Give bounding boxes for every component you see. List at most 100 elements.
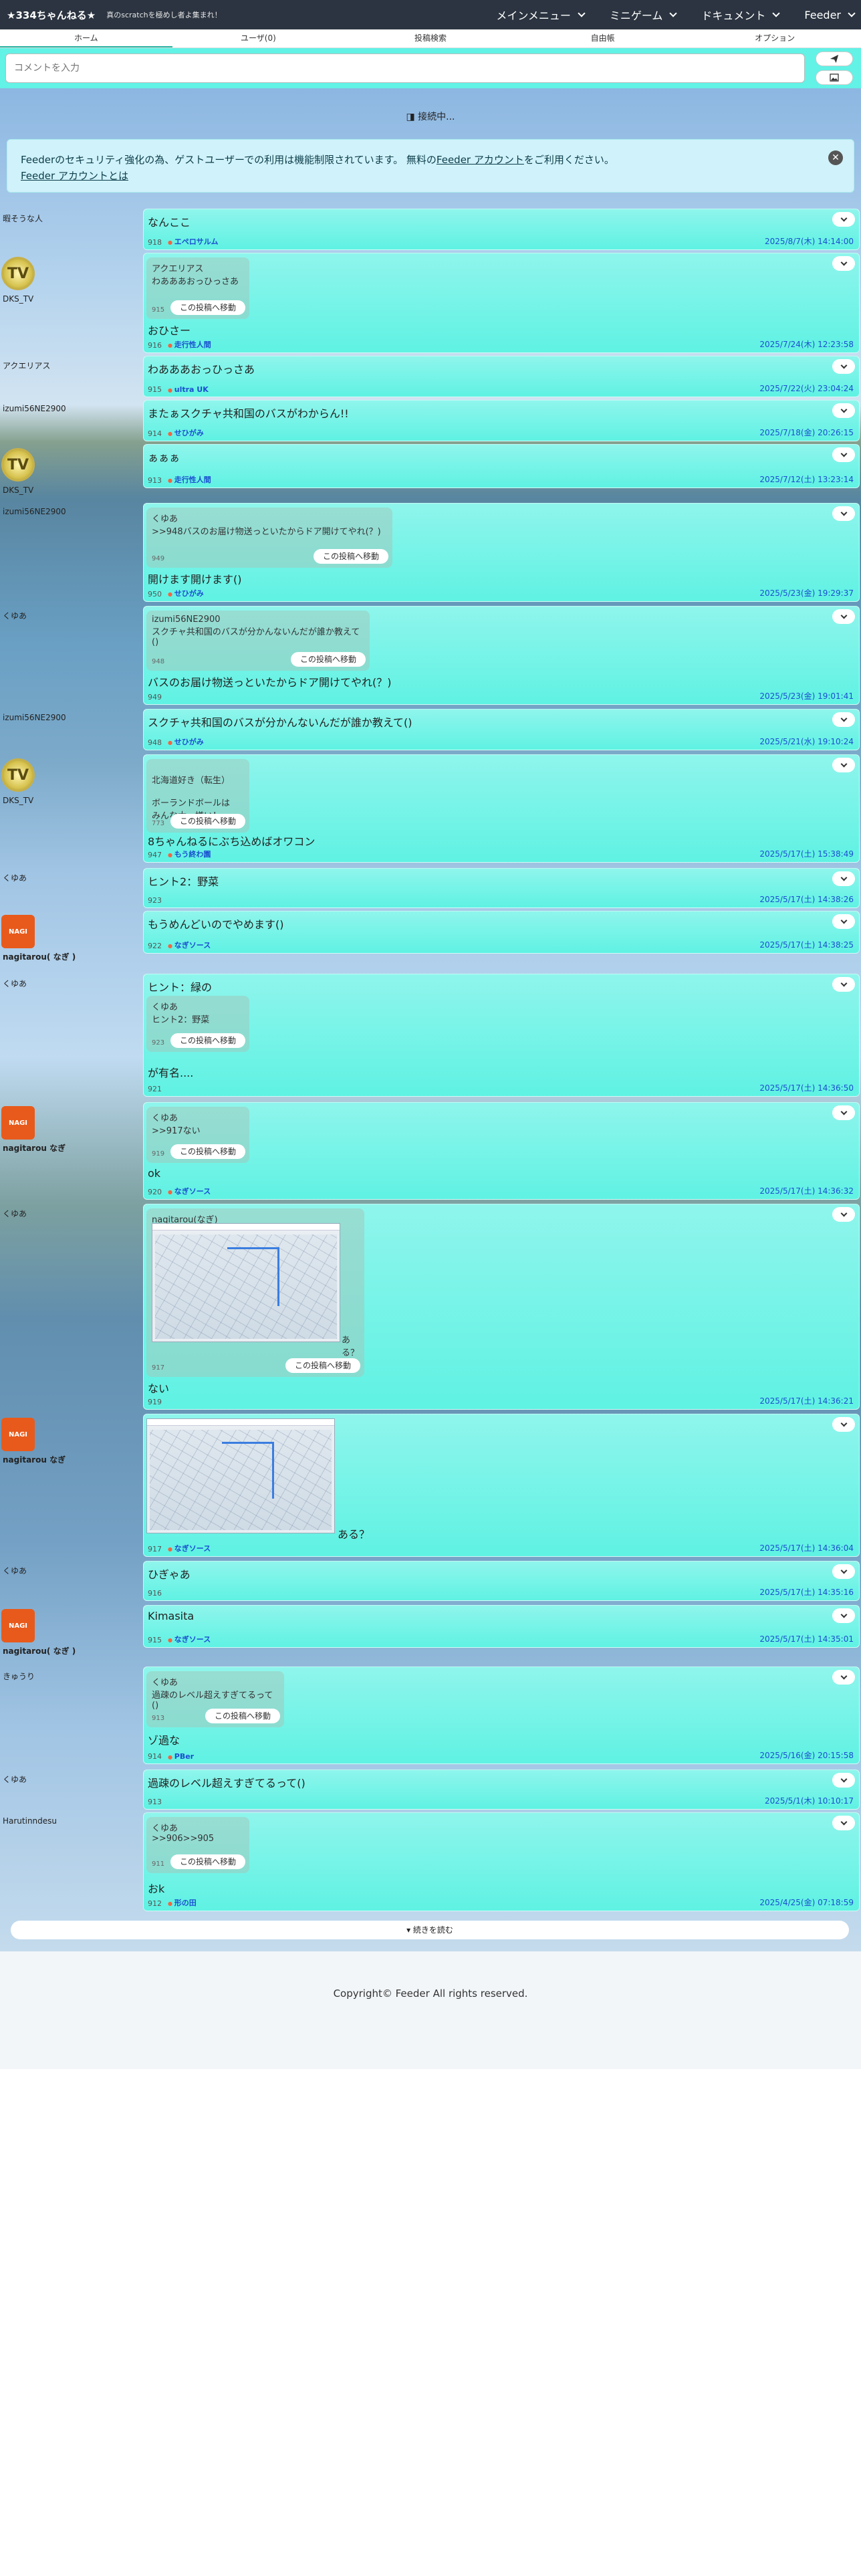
post-author[interactable]: ultra UK — [168, 385, 209, 394]
tab-home[interactable]: ホーム — [0, 29, 172, 47]
post-author[interactable]: PBer — [168, 1752, 194, 1761]
post-username[interactable]: Harutinndesu — [3, 1816, 57, 1826]
jump-to-post-button[interactable]: この投稿へ移動 — [170, 300, 245, 315]
jump-to-post-button[interactable]: この投稿へ移動 — [285, 1358, 360, 1373]
avatar[interactable]: NAGI — [1, 915, 35, 948]
avatar[interactable]: NAGI — [1, 1106, 35, 1140]
comment-input[interactable] — [5, 53, 805, 83]
post-username[interactable]: きゅうり — [3, 1671, 35, 1682]
post-text: 開けます開けます() — [148, 573, 242, 586]
post-username[interactable]: くゆあ — [3, 872, 27, 883]
post-menu-button[interactable] — [832, 1773, 855, 1788]
avatar[interactable]: TV — [1, 257, 35, 290]
post-menu-button[interactable] — [832, 758, 855, 772]
post-username[interactable]: nagitarou( なぎ ) — [3, 951, 76, 962]
post-menu-button[interactable] — [832, 871, 855, 886]
post-username[interactable]: アクエリアス — [3, 360, 50, 371]
quoted-post: くゆあ ヒント2：野菜 923 この投稿へ移動 — [146, 996, 249, 1052]
post-menu-button[interactable] — [832, 1816, 855, 1830]
jump-to-post-button[interactable]: この投稿へ移動 — [170, 814, 245, 829]
post-menu-button[interactable] — [832, 256, 855, 271]
post-author[interactable]: なぎソース — [168, 1634, 211, 1644]
post-menu-button[interactable] — [832, 1417, 855, 1432]
post-username[interactable]: nagitarou なぎ — [3, 1142, 66, 1154]
post-menu-button[interactable] — [832, 914, 855, 929]
post-card: ひぎゃあ 916 2025/5/17(土) 14:35:16 — [143, 1561, 860, 1601]
post-menu-button[interactable] — [832, 359, 855, 374]
send-button[interactable] — [816, 51, 853, 66]
post-menu-button[interactable] — [832, 1207, 855, 1222]
avatar[interactable]: TV — [1, 758, 35, 792]
post-number: 922 — [148, 942, 162, 950]
post-menu-button[interactable] — [832, 1670, 855, 1685]
post-username[interactable]: nagitarou( なぎ ) — [3, 1645, 76, 1656]
post-username[interactable]: くゆあ — [3, 978, 27, 989]
nav-main-menu[interactable]: メインメニュー — [496, 7, 586, 23]
post-author[interactable]: もう終わ園 — [168, 849, 211, 859]
post-author[interactable]: せひがみ — [168, 588, 204, 599]
post-text: バスのお届け物送っといたからドア開けてやれ(？) — [148, 676, 392, 689]
post-username[interactable]: くゆあ — [3, 610, 27, 621]
post-item: NAGI nagitarou なぎ ある？ 917 なぎソース 2025/5/1… — [0, 1414, 861, 1557]
post-menu-button[interactable] — [832, 1564, 855, 1579]
post-text: わあああおっひっさあ — [148, 363, 255, 376]
close-icon[interactable]: ✕ — [828, 150, 843, 165]
post-author[interactable]: せひがみ — [168, 736, 204, 747]
jump-to-post-button[interactable]: この投稿へ移動 — [205, 1709, 280, 1723]
post-username[interactable]: DKS_TV — [3, 796, 33, 805]
load-more-button[interactable]: ▾ 続きを読む — [11, 1921, 849, 1939]
nav-feeder[interactable]: Feeder — [804, 7, 856, 23]
post-username[interactable]: nagitarou なぎ — [3, 1454, 66, 1465]
post-number: 912 — [148, 1899, 162, 1908]
post-username[interactable]: くゆあ — [3, 1565, 27, 1576]
post-author[interactable]: なぎソース — [168, 940, 211, 950]
post-author[interactable]: エペロサルム — [168, 236, 219, 247]
post-username[interactable]: DKS_TV — [3, 486, 33, 495]
post-menu-button[interactable] — [832, 212, 855, 227]
post-author[interactable]: 形の田 — [168, 1897, 197, 1908]
jump-to-post-button[interactable]: この投稿へ移動 — [313, 549, 388, 564]
jump-to-post-button[interactable]: この投稿へ移動 — [290, 652, 366, 667]
post-username[interactable]: izumi56NE2900 — [3, 404, 66, 413]
post-author[interactable]: なぎソース — [168, 1543, 211, 1553]
post-username[interactable]: izumi56NE2900 — [3, 713, 66, 722]
site-title[interactable]: ★334ちゃんねる★ — [7, 8, 96, 22]
avatar[interactable]: NAGI — [1, 1418, 35, 1451]
tab-search[interactable]: 投稿検索 — [344, 29, 517, 47]
chevron-down-icon — [840, 362, 847, 368]
tab-users[interactable]: ユーザ(0) — [172, 29, 345, 47]
post-menu-button[interactable] — [832, 1608, 855, 1623]
feeder-account-about-link[interactable]: Feeder アカウントとは — [21, 170, 128, 182]
tab-options[interactable]: オプション — [689, 29, 861, 47]
post-author[interactable]: 走行性人間 — [168, 474, 211, 485]
image-upload-button[interactable] — [816, 70, 853, 85]
post-menu-button[interactable] — [832, 977, 855, 992]
post-time: 2025/5/21(水) 19:10:24 — [759, 737, 854, 746]
nav-minigame[interactable]: ミニゲーム — [610, 7, 678, 23]
jump-to-post-button[interactable]: この投稿へ移動 — [170, 1144, 245, 1159]
post-username[interactable]: DKS_TV — [3, 294, 33, 304]
post-author[interactable]: 走行性人間 — [168, 339, 211, 350]
chevron-down-icon — [840, 715, 847, 722]
post-menu-button[interactable] — [832, 403, 855, 418]
post-username[interactable]: izumi56NE2900 — [3, 507, 66, 516]
jump-to-post-button[interactable]: この投稿へ移動 — [170, 1033, 245, 1048]
post-author[interactable]: なぎソース — [168, 1186, 211, 1196]
nav-document[interactable]: ドキュメント — [701, 7, 781, 23]
post-menu-button[interactable] — [832, 1105, 855, 1120]
post-username[interactable]: くゆあ — [3, 1774, 27, 1785]
post-menu-button[interactable] — [832, 712, 855, 727]
chevron-down-icon — [840, 1818, 847, 1825]
feeder-account-link[interactable]: Feeder アカウント — [437, 154, 524, 166]
post-menu-button[interactable] — [832, 609, 855, 624]
jump-to-post-button[interactable]: この投稿へ移動 — [170, 1854, 245, 1869]
post-username[interactable]: くゆあ — [3, 1208, 27, 1219]
post-menu-button[interactable] — [832, 506, 855, 521]
post-number: 919 — [148, 1398, 162, 1406]
post-menu-button[interactable] — [832, 447, 855, 462]
tab-notebook[interactable]: 自由帳 — [517, 29, 689, 47]
avatar[interactable]: NAGI — [1, 1609, 35, 1642]
post-author[interactable]: せひがみ — [168, 427, 204, 438]
post-username[interactable]: 暇そうな人 — [3, 213, 43, 224]
avatar[interactable]: TV — [1, 448, 35, 481]
